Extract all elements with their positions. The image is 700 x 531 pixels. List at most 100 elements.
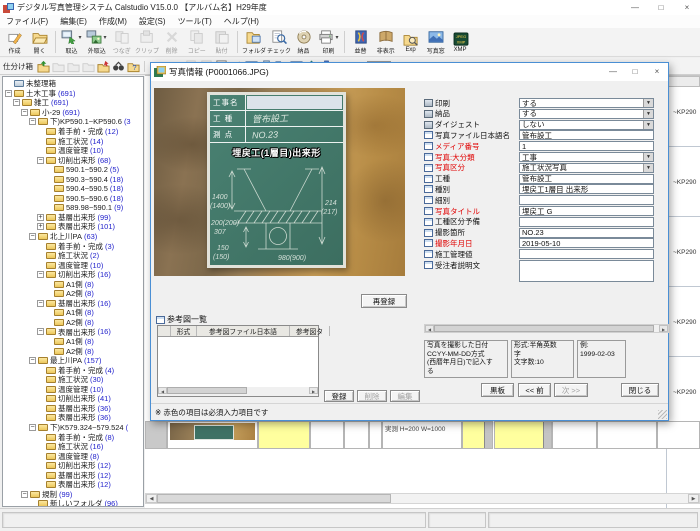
scroll-left-icon[interactable]: ◀	[425, 325, 434, 332]
scrollbar-thumb[interactable]	[434, 325, 654, 332]
collapse-icon[interactable]: −	[29, 118, 36, 125]
dialog-maximize-button[interactable]: □	[624, 63, 646, 81]
menu-item[interactable]: ファイル(F)	[0, 16, 54, 27]
menu-item[interactable]: ヘルプ(H)	[218, 16, 265, 27]
menu-item[interactable]: 作成(M)	[93, 16, 133, 27]
toolbar-button-sort[interactable]: 並替	[348, 28, 373, 56]
minimize-button[interactable]: —	[622, 0, 648, 15]
menu-item[interactable]: 設定(S)	[133, 16, 172, 27]
toolbar-button-xmp[interactable]: JPEGXMPXMP	[448, 28, 473, 56]
toolbar-button-check[interactable]: チェック	[266, 28, 291, 56]
close-dialog-button[interactable]: 閉じる	[621, 383, 659, 397]
scrollbar-thumb[interactable]	[167, 387, 247, 394]
tree-item[interactable]: 未整理箱	[3, 79, 143, 89]
tree-item[interactable]: 590.4~590.5(18)	[3, 184, 143, 194]
tree-item[interactable]: 590.3~590.4(18)	[3, 174, 143, 184]
dropdown-arrow-icon[interactable]: ▾	[103, 34, 106, 41]
field-input[interactable]: 1	[519, 141, 654, 151]
collapse-icon[interactable]: −	[21, 109, 28, 116]
scroll-left-icon[interactable]: ◀	[146, 494, 157, 503]
dropdown-arrow-icon[interactable]: ▾	[78, 34, 81, 41]
photo-table-cell[interactable]	[494, 421, 552, 449]
collapse-icon[interactable]: −	[13, 99, 20, 106]
collapse-icon[interactable]: −	[29, 233, 36, 240]
collapse-icon[interactable]: −	[29, 424, 36, 431]
dropdown-arrow-icon[interactable]: ▼	[643, 99, 653, 107]
tree-item[interactable]: 590.5~590.6(18)	[3, 194, 143, 204]
dropdown-arrow-icon[interactable]: ▾	[335, 34, 338, 41]
toolbar-button-hide[interactable]: 非表示	[373, 28, 398, 56]
photo-table-cell[interactable]	[258, 421, 310, 449]
toolbar-button-exp[interactable]: Exp	[398, 28, 423, 56]
photo-table-cell[interactable]	[597, 421, 657, 449]
reregister-button[interactable]: 再登録	[361, 294, 407, 308]
scroll-left-icon[interactable]: ◀	[158, 387, 167, 394]
field-input[interactable]: NO.23	[519, 228, 654, 238]
sortbox-add-icon[interactable]	[36, 60, 51, 73]
field-input[interactable]: 埋戻工1層目 出来形	[519, 184, 654, 194]
collapse-icon[interactable]: −	[37, 157, 44, 164]
field-input[interactable]: 施工状況写真▼	[519, 163, 654, 173]
field-input[interactable]	[519, 249, 654, 259]
dropdown-arrow-icon[interactable]: ▼	[643, 110, 653, 118]
photo-table-cell[interactable]	[462, 421, 493, 449]
photo-table-cell[interactable]	[369, 421, 382, 449]
photo-thumbnail[interactable]	[170, 423, 255, 440]
dropdown-arrow-icon[interactable]: ▼	[643, 153, 653, 161]
dialog-close-button[interactable]: ×	[646, 63, 668, 81]
scroll-right-icon[interactable]: ▶	[688, 494, 699, 503]
horizontal-scrollbar[interactable]: ◀ ▶	[145, 493, 700, 504]
tree-item[interactable]: −雑工(691)	[3, 98, 143, 108]
collapse-icon[interactable]: −	[5, 90, 12, 97]
toolbar-button-ext-import[interactable]: ▾外取込	[84, 28, 109, 56]
field-input[interactable]	[519, 260, 654, 282]
toolbar-button-open[interactable]: 開く	[27, 28, 52, 56]
collapse-icon[interactable]: −	[37, 300, 44, 307]
field-input[interactable]: する▼	[519, 109, 654, 119]
photo-table-cell[interactable]	[145, 421, 167, 449]
collapse-icon[interactable]: −	[37, 271, 44, 278]
toolbar-button-folder[interactable]: フォルダ	[241, 28, 266, 56]
field-input[interactable]: 2019-05-10	[519, 238, 654, 248]
register-button[interactable]: 登録	[324, 390, 354, 402]
expand-icon[interactable]: +	[37, 214, 44, 221]
photo-table-cell[interactable]	[310, 421, 344, 449]
photo-table-cell[interactable]	[344, 421, 369, 449]
fields-scrollbar[interactable]: ◀ ▶	[424, 324, 669, 333]
field-input[interactable]: しない▼	[519, 120, 654, 130]
sortbox-find-icon[interactable]	[111, 60, 126, 73]
sortbox-help-icon[interactable]: ?	[126, 60, 141, 73]
dialog-minimize-button[interactable]: —	[602, 63, 624, 81]
photo-table-cell[interactable]: 実測 H=200 W=1000	[382, 421, 462, 449]
collapse-icon[interactable]: −	[29, 357, 36, 364]
dropdown-arrow-icon[interactable]: ▼	[643, 164, 653, 172]
scrollbar-thumb[interactable]	[484, 422, 492, 448]
reference-scrollbar[interactable]: ◀ ▶	[158, 387, 318, 396]
tree-item[interactable]: −切削出来形(68)	[3, 155, 143, 165]
resize-grip-icon[interactable]	[658, 410, 667, 419]
field-input[interactable]: 工事▼	[519, 152, 654, 162]
tree-item[interactable]: 表層出来形(12)	[3, 480, 143, 490]
field-input[interactable]: する▼	[519, 98, 654, 108]
photo-table-cell[interactable]	[657, 421, 700, 449]
prev-button[interactable]: << 前	[518, 383, 551, 397]
toolbar-button-import[interactable]: ▾取込	[59, 28, 84, 56]
toolbar-button-photo-window[interactable]: 写真窓	[423, 28, 448, 56]
field-input[interactable]	[519, 217, 654, 227]
toolbar-button-deliver[interactable]: 納品	[291, 28, 316, 56]
toolbar-button-print[interactable]: ▾印刷	[316, 28, 341, 56]
tree-item[interactable]: 590.1~590.2(5)	[3, 165, 143, 175]
expand-icon[interactable]: +	[37, 223, 44, 230]
menu-item[interactable]: ツール(T)	[172, 16, 218, 27]
dropdown-arrow-icon[interactable]: ▼	[643, 121, 653, 129]
scroll-right-icon[interactable]: ▶	[659, 325, 668, 332]
photo-table-cell[interactable]	[552, 421, 597, 449]
blackboard-button[interactable]: 黒板	[481, 383, 514, 397]
field-input[interactable]: 管布設工	[519, 130, 654, 140]
toolbar-button-create[interactable]: 作成	[2, 28, 27, 56]
photo-table-cell[interactable]	[167, 421, 258, 449]
sortbox-extract-icon[interactable]	[96, 60, 111, 73]
tree-item[interactable]: −土木工事(691)	[3, 89, 143, 99]
collapse-icon[interactable]: −	[21, 491, 28, 498]
scrollbar-thumb[interactable]	[157, 494, 391, 503]
